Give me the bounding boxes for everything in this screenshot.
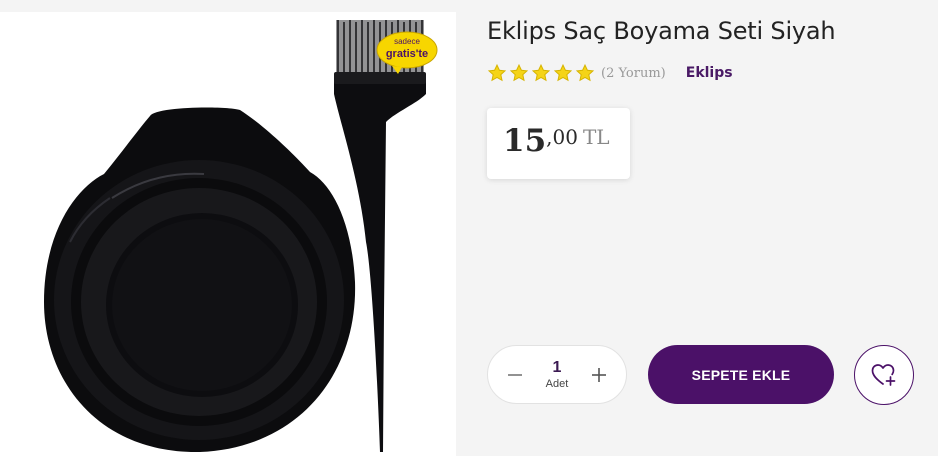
star-icon bbox=[487, 63, 507, 82]
star-icon bbox=[553, 63, 573, 82]
quantity-unit: Adet bbox=[545, 377, 569, 390]
quantity-stepper: 1 Adet bbox=[487, 345, 627, 404]
price-decimal: ,00 bbox=[546, 125, 578, 149]
tint-bowl bbox=[44, 107, 356, 453]
price-box: 15 ,00 TL bbox=[487, 108, 630, 179]
rating-row: (2 Yorum) Eklips bbox=[487, 62, 733, 84]
product-info: Eklips Saç Boyama Seti Siyah (2 Yorum) E… bbox=[487, 0, 927, 456]
quantity-display[interactable]: 1 Adet bbox=[545, 358, 569, 390]
product-title: Eklips Saç Boyama Seti Siyah bbox=[487, 17, 836, 45]
badge-line2: gratis'te bbox=[386, 48, 428, 60]
add-to-cart-button[interactable]: SEPETE EKLE bbox=[648, 345, 834, 404]
increase-quantity-button[interactable] bbox=[584, 360, 614, 390]
star-icon bbox=[531, 63, 551, 82]
review-count-link[interactable]: (2 Yorum) bbox=[601, 66, 666, 81]
product-image[interactable]: sadece gratis'te bbox=[0, 12, 456, 456]
quantity-value: 1 bbox=[552, 358, 562, 376]
brand-link[interactable]: Eklips bbox=[686, 65, 733, 81]
star-icon bbox=[509, 63, 529, 82]
minus-icon bbox=[508, 373, 522, 376]
decrease-quantity-button[interactable] bbox=[500, 360, 530, 390]
rating-stars[interactable] bbox=[487, 63, 595, 83]
price-currency: TL bbox=[582, 125, 610, 149]
badge-line1: sadece bbox=[394, 37, 420, 46]
plus-icon bbox=[591, 367, 606, 382]
star-icon bbox=[575, 63, 595, 82]
product-photo: sadece gratis'te bbox=[44, 20, 438, 453]
heart-plus-icon bbox=[871, 364, 896, 386]
price-integer: 15 bbox=[503, 123, 547, 159]
add-to-favorites-button[interactable] bbox=[854, 345, 914, 405]
